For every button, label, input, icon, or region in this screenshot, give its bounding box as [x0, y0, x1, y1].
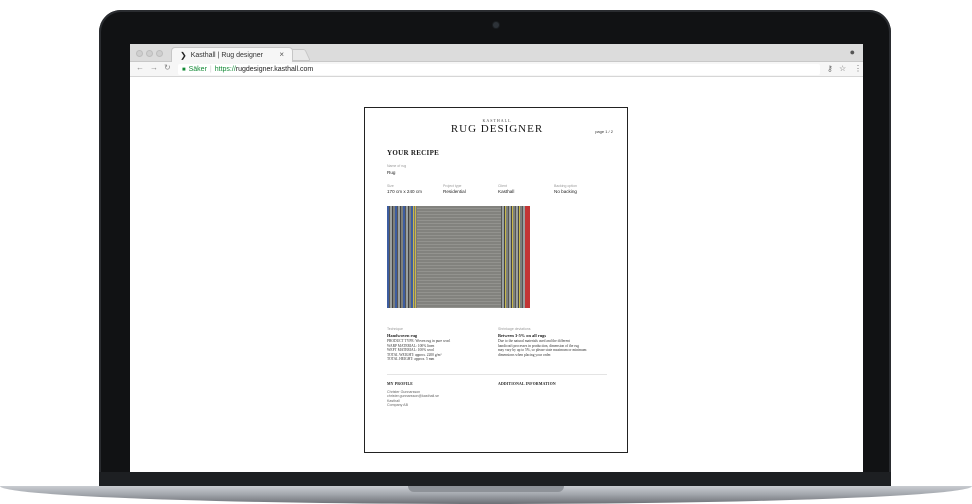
url-protocol: https://	[214, 66, 236, 73]
tab-bar: ❯ Kasthall | Rug designer × ●	[130, 44, 863, 62]
tab-kasthall[interactable]: ❯ Kasthall | Rug designer ×	[171, 47, 293, 62]
section-divider	[387, 374, 607, 375]
field-label: Backing option	[554, 184, 577, 188]
additional-info-caption: ADDITIONAL INFORMATION	[498, 382, 556, 386]
field-value: Kasthall	[498, 189, 515, 194]
page-indicator: page 1 / 2	[595, 129, 613, 134]
back-icon[interactable]: ←	[136, 63, 144, 72]
close-window-button[interactable]	[136, 50, 143, 57]
recipe-page: KASTHALL RUG DESIGNER page 1 / 2 YOUR RE…	[364, 107, 628, 453]
brand-title: RUG DESIGNER	[450, 123, 544, 135]
name-value: Rug	[387, 170, 396, 175]
profile-details: Christer Gunnarsson christer.gunnarsson@…	[387, 390, 439, 407]
kasthall-favicon-icon: ❯	[180, 50, 187, 60]
star-icon[interactable]: ☆	[839, 64, 846, 73]
laptop-lid: ❯ Kasthall | Rug designer × ● ← → ↻ ■ Sä…	[99, 10, 891, 490]
field-value: No backing	[554, 189, 577, 194]
rug-band-right	[501, 206, 525, 308]
forward-icon[interactable]: →	[150, 63, 158, 72]
menu-icon[interactable]: ⋮	[854, 64, 862, 73]
browser-window: ❯ Kasthall | Rug designer × ● ← → ↻ ■ Sä…	[130, 44, 863, 472]
address-bar[interactable]: ■ Säker | https:// rugdesigner.kasthall.…	[178, 64, 820, 75]
profile-caption: MY PROFILE	[387, 382, 414, 386]
rug-preview	[387, 206, 530, 308]
shrinkage-label: Shrinkage deviations	[498, 327, 531, 331]
maximize-window-button[interactable]	[156, 50, 163, 57]
recipe-title: YOUR RECIPE	[387, 149, 440, 157]
tab-close-icon[interactable]: ×	[279, 50, 284, 59]
profile-line: christer.gunnarsson@kasthall.se	[387, 394, 439, 399]
field-label: Project type	[443, 184, 462, 188]
profile-icon[interactable]: ●	[850, 47, 855, 57]
rug-band-left	[387, 206, 413, 308]
field-label: Size	[387, 184, 394, 188]
camera	[493, 22, 499, 28]
shrinkage-heading: Between 3-5% on all rugs	[498, 333, 547, 338]
technique-heading: Handwoven rug	[387, 333, 418, 338]
reload-icon[interactable]: ↻	[164, 63, 171, 72]
key-icon[interactable]: ⚷	[827, 64, 833, 73]
url-host: rugdesigner.kasthall.com	[235, 66, 314, 73]
field-value: 170 cm x 240 cm	[387, 189, 422, 194]
name-label: Name of rug	[387, 164, 407, 168]
minimize-window-button[interactable]	[146, 50, 153, 57]
url-separator: |	[209, 66, 212, 73]
rug-band-left-accent	[413, 206, 417, 308]
shrinkage-details: Due to the natural materials used and th…	[498, 339, 616, 357]
laptop-base-notch	[408, 486, 564, 492]
browser-toolbar: ← → ↻ ■ Säker | https:// rugdesigner.kas…	[130, 62, 863, 77]
rug-band-right-edge	[525, 206, 530, 308]
technique-line: TOTAL HEIGHT: approx. 5 mm	[387, 357, 435, 362]
field-value: Residential	[443, 189, 466, 194]
tab-title: Kasthall | Rug designer	[190, 51, 263, 59]
secure-label: Säker	[188, 66, 207, 73]
technique-details: PRODUCT TYPE: Woven rug in pure wool WAR…	[387, 339, 492, 362]
technique-label: Technique	[387, 327, 403, 331]
lock-icon: ■	[182, 66, 186, 73]
shrinkage-line: dimensions when placing your order.	[498, 352, 552, 357]
profile-line: Company AB	[387, 402, 408, 407]
field-label: Client	[498, 184, 507, 188]
